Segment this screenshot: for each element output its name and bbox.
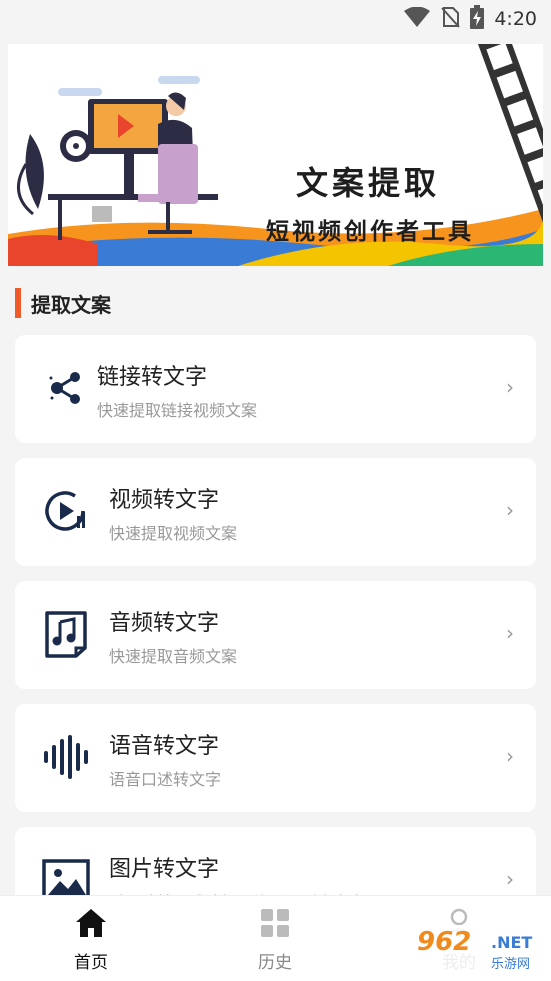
watermark-number: 962 — [417, 927, 472, 957]
list-item-audio-to-text[interactable]: 音频转文字 快速提取音频文案 › — [15, 581, 536, 689]
item-title: 链接转文字 — [97, 365, 208, 390]
list-item-video-to-text[interactable]: 视频转文字 快速提取视频文案 › — [15, 458, 536, 566]
chevron-right-icon: › — [506, 498, 514, 522]
grid-icon — [260, 908, 290, 942]
wifi-icon — [404, 6, 431, 31]
section-accent-bar — [15, 288, 21, 318]
video-play-icon — [41, 486, 91, 536]
watermark-logo: 962 .NET 乐游网 — [413, 925, 545, 975]
item-subtitle: 快速提取视频文案 — [109, 524, 238, 543]
music-file-icon — [41, 609, 91, 659]
item-title: 图片转文字 — [109, 857, 220, 882]
home-icon — [75, 908, 107, 942]
item-subtitle: 快速提取音频文案 — [109, 647, 238, 666]
chevron-right-icon: › — [506, 375, 514, 399]
banner-title: 文案提取 — [295, 164, 440, 202]
item-subtitle: 快速提取链接视频文案 — [97, 401, 258, 420]
no-sim-icon — [440, 6, 461, 32]
nav-history[interactable]: 历史 — [230, 908, 320, 973]
item-title: 音频转文字 — [109, 611, 220, 636]
banner[interactable]: 文案提取 短视频创作者工具 — [8, 44, 543, 266]
list-item-voice-to-text[interactable]: 语音转文字 语音口述转文字 › — [15, 704, 536, 812]
status-time: 4:20 — [494, 8, 537, 30]
chevron-right-icon: › — [506, 867, 514, 891]
battery-charging-icon — [470, 5, 485, 33]
item-title: 语音转文字 — [109, 734, 220, 759]
nav-history-label: 历史 — [258, 953, 292, 973]
banner-subtitle: 短视频创作者工具 — [266, 218, 474, 245]
section-title: 提取文案 — [31, 292, 111, 317]
watermark-site-name: 乐游网 — [491, 957, 531, 972]
sound-wave-icon — [41, 732, 91, 782]
chevron-right-icon: › — [506, 621, 514, 645]
item-subtitle: 语音口述转文字 — [109, 770, 222, 789]
share-link-icon — [41, 363, 91, 413]
nav-home-label: 首页 — [74, 953, 108, 973]
nav-home[interactable]: 首页 — [46, 908, 136, 973]
section-header: 提取文案 — [15, 287, 111, 319]
item-title: 视频转文字 — [109, 488, 220, 513]
list-item-link-to-text[interactable]: 链接转文字 快速提取链接视频文案 › — [15, 335, 536, 443]
watermark-net: .NET — [491, 933, 533, 952]
chevron-right-icon: › — [506, 744, 514, 768]
status-bar: 4:20 — [0, 0, 551, 38]
